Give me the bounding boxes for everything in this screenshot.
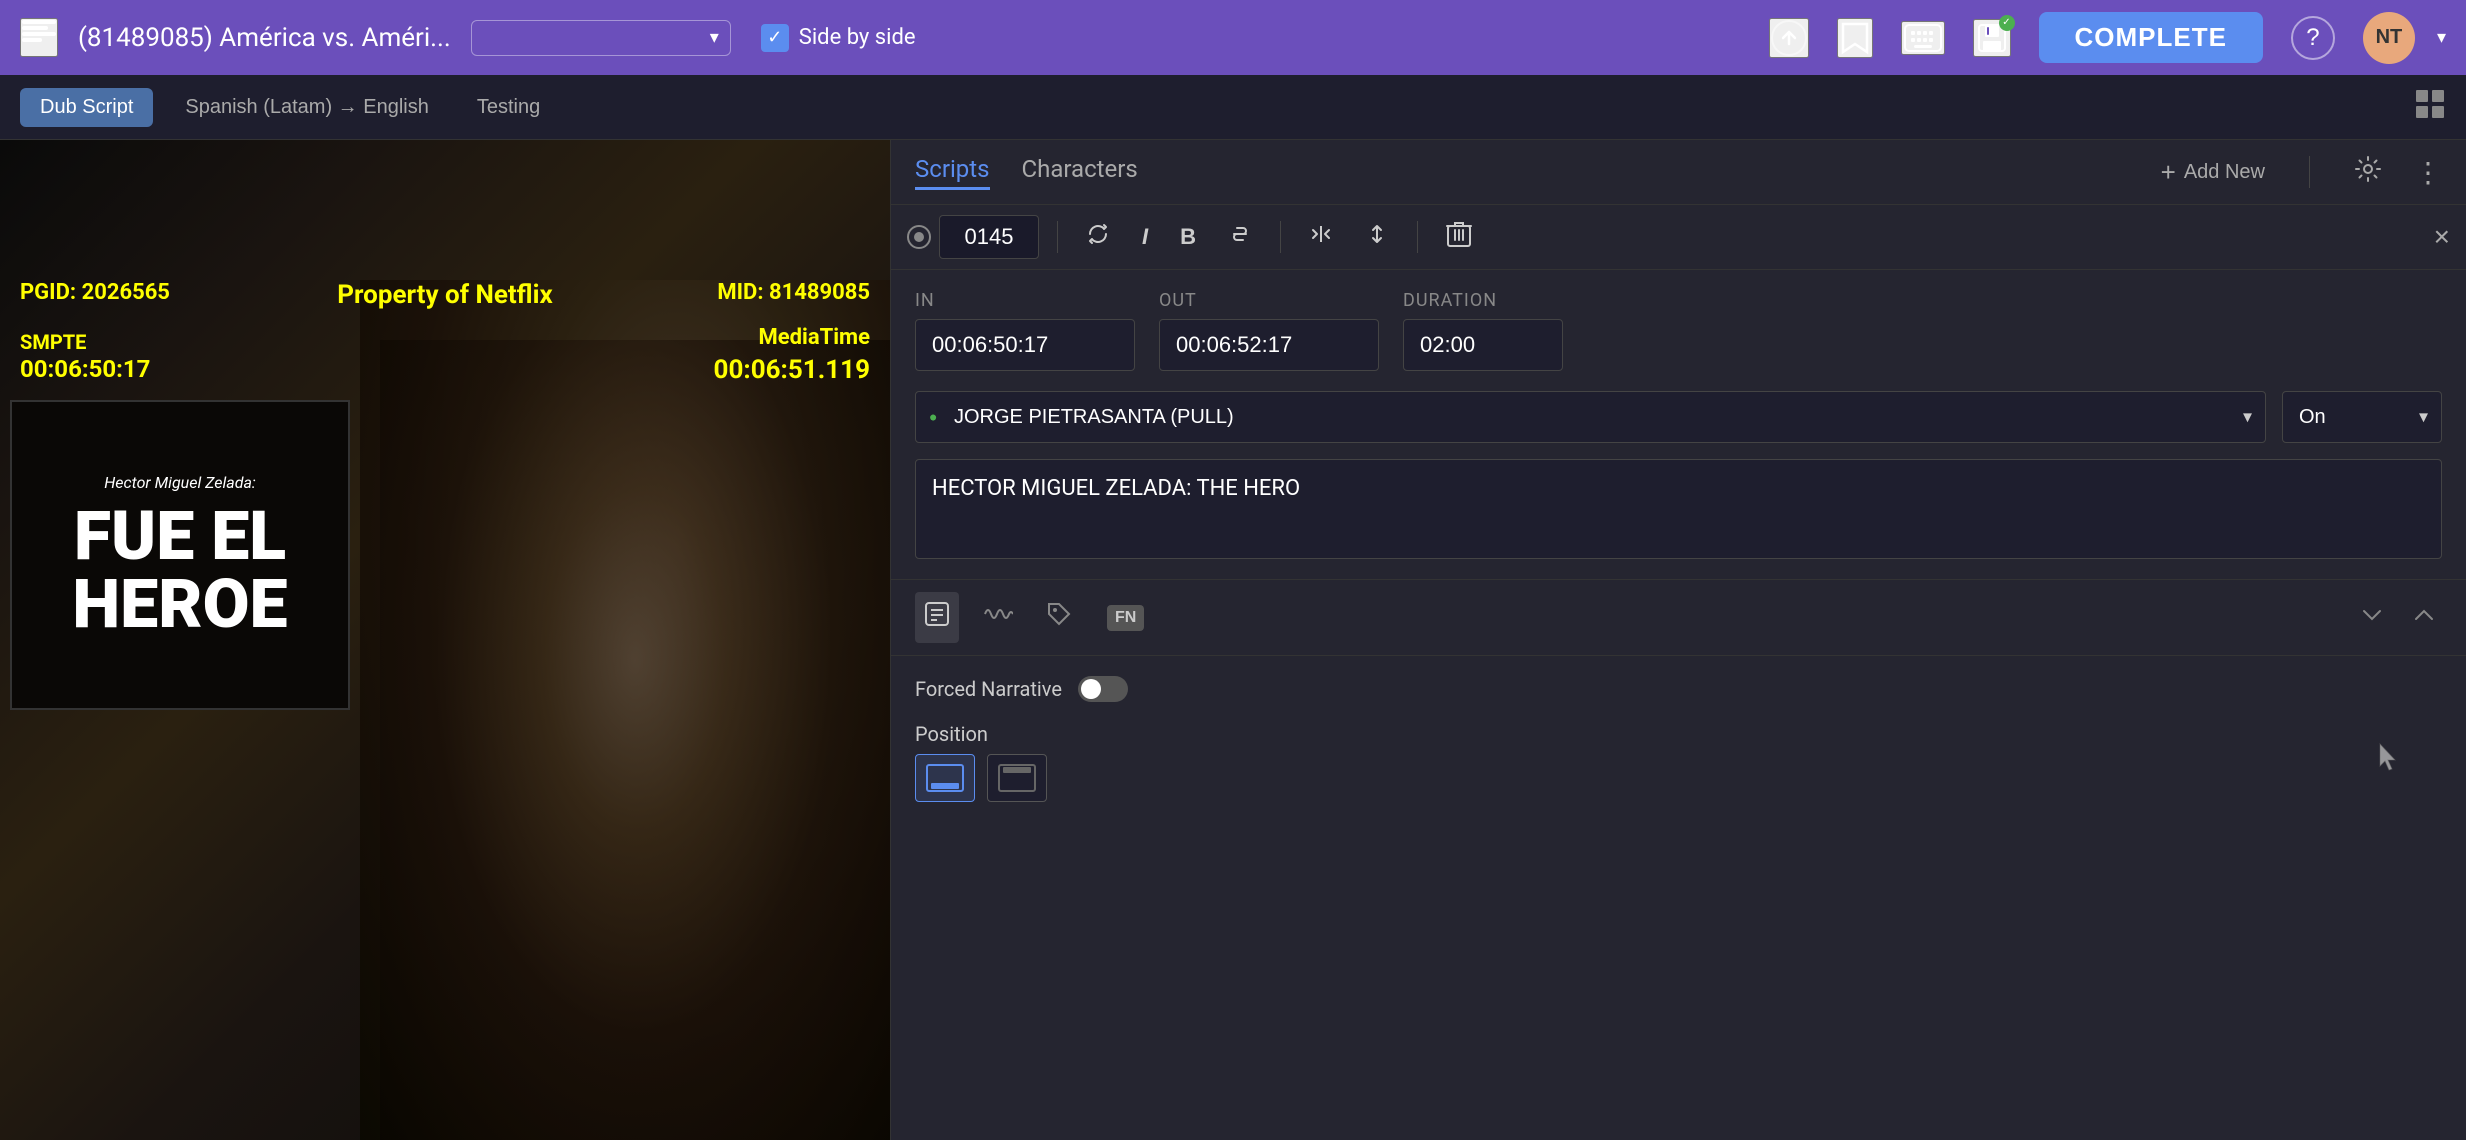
add-new-button[interactable]: + Add New xyxy=(2161,157,2265,188)
position-bottom-button[interactable] xyxy=(915,754,975,802)
project-title: (81489085) América vs. Améri... xyxy=(78,23,451,53)
italic-button[interactable]: I xyxy=(1132,218,1158,256)
user-avatar[interactable]: NT xyxy=(2363,12,2415,64)
hamburger-menu-button[interactable] xyxy=(20,18,58,57)
expand-down-button[interactable] xyxy=(2354,599,2390,637)
waveform-tab-button[interactable] xyxy=(975,592,1021,643)
keyboard-button[interactable] xyxy=(1901,21,1945,55)
duration-label: DURATION xyxy=(1403,290,1563,311)
position-top-button[interactable] xyxy=(987,754,1047,802)
add-icon: + xyxy=(2161,157,2176,188)
media-time-label: MediaTime xyxy=(758,325,870,350)
toolbar-separator-3 xyxy=(1417,221,1418,253)
tab-scripts[interactable]: Scripts xyxy=(915,155,990,190)
forced-narrative-row: Forced Narrative xyxy=(915,676,2442,702)
position-buttons xyxy=(915,754,2442,802)
rotate-button[interactable] xyxy=(1076,216,1120,259)
language-button[interactable]: Spanish (Latam) → English xyxy=(169,88,444,127)
grid-view-button[interactable] xyxy=(2414,88,2446,127)
smpte-time: 00:06:50:17 xyxy=(20,355,150,383)
card-title: Hector Miguel Zelada: xyxy=(104,473,256,492)
fn-tab-button[interactable]: FN xyxy=(1099,597,1152,639)
tab-characters[interactable]: Characters xyxy=(1022,155,1138,190)
strikethrough-button[interactable] xyxy=(1218,216,1262,259)
episode-dropdown[interactable] xyxy=(471,20,731,56)
video-panel: Hector Miguel Zelada: FUE EL HEROE PGID:… xyxy=(0,140,890,1140)
header-icons: ✓ COMPLETE ? NT ▾ xyxy=(1769,12,2447,64)
in-timecode-field[interactable] xyxy=(915,319,1135,371)
position-label: Position xyxy=(915,722,2442,746)
save-icon-wrapper: ✓ xyxy=(1973,19,2011,57)
right-panel: Scripts Characters + Add New ⋮ xyxy=(890,140,2466,1140)
card-line-1: FUE EL xyxy=(72,502,287,570)
character-row: JORGE PIETRASANTA (PULL) On Off xyxy=(891,391,2466,459)
out-timecode-group: OUT xyxy=(1159,290,1379,371)
delete-subtitle-button[interactable] xyxy=(1436,214,1482,261)
fn-section: Forced Narrative Position xyxy=(891,656,2466,842)
collapse-up-button[interactable] xyxy=(2406,599,2442,637)
on-dropdown[interactable]: On Off xyxy=(2282,391,2442,443)
character-dropdown-wrapper: JORGE PIETRASANTA (PULL) xyxy=(915,391,2266,443)
toggle-track[interactable] xyxy=(1078,676,1128,702)
complete-button[interactable]: COMPLETE xyxy=(2039,12,2263,63)
in-label: IN xyxy=(915,290,1135,311)
bottom-tabs-bar: FN xyxy=(891,579,2466,656)
side-by-side-checkbox[interactable]: ✓ xyxy=(761,24,789,52)
second-toolbar: Dub Script Spanish (Latam) → English Tes… xyxy=(0,75,2466,140)
position-section: Position xyxy=(915,722,2442,802)
subtitle-number-field[interactable] xyxy=(939,215,1039,259)
character-dropdown[interactable]: JORGE PIETRASANTA (PULL) xyxy=(915,391,2266,443)
close-editor-button[interactable]: × xyxy=(2434,221,2450,253)
on-dropdown-wrapper: On Off xyxy=(2282,391,2442,443)
duration-group: DURATION xyxy=(1403,290,1563,371)
toolbar-separator-2 xyxy=(1280,221,1281,253)
forced-narrative-toggle[interactable] xyxy=(1078,676,1128,702)
in-timecode-group: IN xyxy=(915,290,1135,371)
tags-tab-button[interactable] xyxy=(1037,592,1083,643)
out-label: OUT xyxy=(1159,290,1379,311)
scripts-tabs-bar: Scripts Characters + Add New ⋮ xyxy=(891,140,2466,205)
subtitle-indicator xyxy=(907,225,931,249)
episode-dropdown-wrapper[interactable] xyxy=(471,20,731,56)
upload-button[interactable] xyxy=(1769,18,1809,58)
toggle-knob xyxy=(1081,679,1101,699)
top-header: (81489085) América vs. Améri... ✓ Side b… xyxy=(0,0,2466,75)
settings-button[interactable] xyxy=(2354,155,2382,190)
media-time-value: 00:06:51.119 xyxy=(714,355,870,385)
more-options-button[interactable]: ⋮ xyxy=(2414,156,2442,189)
timecode-section: IN OUT DURATION xyxy=(891,270,2466,391)
pgid-text: PGID: 2026565 xyxy=(20,280,170,305)
notes-tab-button[interactable] xyxy=(915,592,959,643)
dub-script-button[interactable]: Dub Script xyxy=(20,88,153,127)
forced-narrative-label: Forced Narrative xyxy=(915,677,1062,701)
subtitle-toolbar: I B xyxy=(891,205,2466,270)
mid-text: MID: 81489085 xyxy=(717,280,870,305)
save-status-badge: ✓ xyxy=(1999,15,2015,31)
testing-button[interactable]: Testing xyxy=(461,88,556,127)
smpte-label: SMPTE xyxy=(20,330,86,354)
card-line-2: HEROE xyxy=(72,570,287,638)
help-button[interactable]: ? xyxy=(2291,16,2335,60)
duration-field[interactable] xyxy=(1403,319,1563,371)
main-content: Hector Miguel Zelada: FUE EL HEROE PGID:… xyxy=(0,140,2466,1140)
subtitle-text-area[interactable]: HECTOR MIGUEL ZELADA: THE HERO xyxy=(915,459,2442,559)
toolbar-separator-1 xyxy=(1057,221,1058,253)
property-text: Property of Netflix xyxy=(337,280,552,310)
split-button[interactable] xyxy=(1299,216,1343,259)
bookmark-button[interactable] xyxy=(1837,18,1873,58)
subtitle-card: Hector Miguel Zelada: FUE EL HEROE xyxy=(10,400,350,710)
cursor-indicator xyxy=(2376,742,2402,768)
avatar-dropdown-arrow[interactable]: ▾ xyxy=(2437,27,2446,48)
side-by-side-toggle[interactable]: ✓ Side by side xyxy=(761,24,916,52)
card-main-text: FUE EL HEROE xyxy=(72,502,287,638)
subtitle-textarea-wrapper: HECTOR MIGUEL ZELADA: THE HERO xyxy=(891,459,2466,579)
bold-button[interactable]: B xyxy=(1170,218,1206,256)
side-by-side-label: Side by side xyxy=(799,25,916,50)
merge-button[interactable] xyxy=(1355,216,1399,259)
video-background: Hector Miguel Zelada: FUE EL HEROE PGID:… xyxy=(0,140,890,1140)
out-timecode-field[interactable] xyxy=(1159,319,1379,371)
